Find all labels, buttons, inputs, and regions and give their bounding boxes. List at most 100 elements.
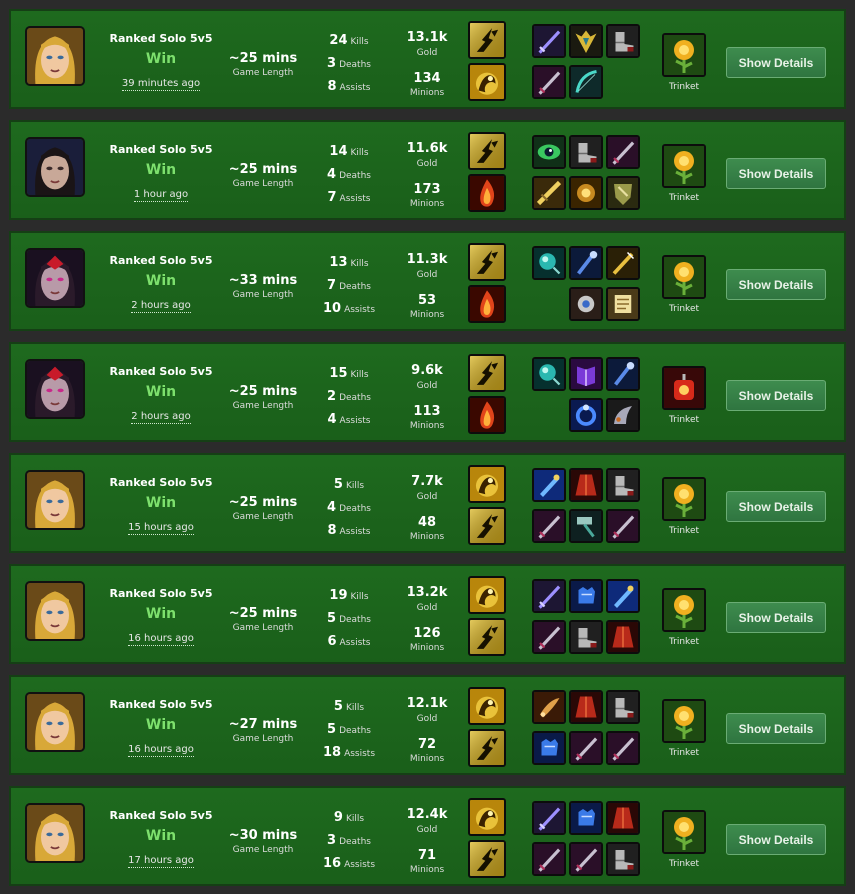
item-sword-blue-icon[interactable] bbox=[532, 468, 566, 502]
game-duration: ~30 mins bbox=[228, 828, 298, 843]
item-cloak-red-icon[interactable] bbox=[569, 468, 603, 502]
item-boots-steel-icon[interactable] bbox=[606, 690, 640, 724]
champion-portrait[interactable] bbox=[25, 359, 85, 419]
item-helm-gold-icon[interactable] bbox=[569, 24, 603, 58]
item-sword-dark-icon[interactable] bbox=[532, 620, 566, 654]
item-ring-blue-icon[interactable] bbox=[569, 398, 603, 432]
item-horn-steel-icon[interactable] bbox=[606, 398, 640, 432]
assists-label: Assists bbox=[344, 749, 376, 759]
item-eye-green-icon[interactable] bbox=[532, 135, 566, 169]
summoner-spell-flash-icon[interactable] bbox=[468, 507, 506, 545]
show-details-button[interactable]: Show Details bbox=[726, 158, 826, 189]
deaths-stat: 5 Deaths bbox=[309, 607, 389, 626]
item-medallion-steel-icon[interactable] bbox=[569, 287, 603, 321]
kills-count: 5 bbox=[333, 477, 343, 492]
trinket-sun-flower-icon[interactable] bbox=[662, 144, 706, 188]
trinket-sun-flower-icon[interactable] bbox=[662, 588, 706, 632]
item-sword-violet-icon[interactable] bbox=[532, 579, 566, 613]
item-sword-violet-icon[interactable] bbox=[532, 24, 566, 58]
summoner-spell-ignite-icon[interactable] bbox=[468, 396, 506, 434]
gold-value: 7.7k bbox=[411, 474, 443, 489]
item-cloak-red-icon[interactable] bbox=[606, 801, 640, 835]
item-book-purple-icon[interactable] bbox=[569, 357, 603, 391]
item-bow-teal-icon[interactable] bbox=[569, 65, 603, 99]
item-sword-dark-icon[interactable] bbox=[532, 65, 566, 99]
item-gauntlet-blue-icon[interactable] bbox=[569, 801, 603, 835]
game-length-label: Game Length bbox=[232, 845, 294, 855]
trinket-sun-flower-icon[interactable] bbox=[662, 810, 706, 854]
item-shield-gold-icon[interactable] bbox=[606, 176, 640, 210]
trinket-sun-flower-icon[interactable] bbox=[662, 255, 706, 299]
minions-value: 126 bbox=[413, 626, 441, 641]
show-details-button[interactable]: Show Details bbox=[726, 713, 826, 744]
assists-stat: 7 Assists bbox=[309, 186, 389, 205]
champion-portrait[interactable] bbox=[25, 470, 85, 530]
item-blade-gold-icon[interactable] bbox=[532, 176, 566, 210]
summoner-spell-flash-icon[interactable] bbox=[468, 618, 506, 656]
show-details-button[interactable]: Show Details bbox=[726, 380, 826, 411]
summoner-spell-ignite-gold-icon[interactable] bbox=[468, 465, 506, 503]
item-sword-dark-icon[interactable] bbox=[532, 509, 566, 543]
item-gauntlet-blue-icon[interactable] bbox=[532, 731, 566, 765]
show-details-button[interactable]: Show Details bbox=[726, 602, 826, 633]
item-boots-steel-icon[interactable] bbox=[569, 620, 603, 654]
summoner-spell-flash-icon[interactable] bbox=[468, 132, 506, 170]
trinket-sun-flower-icon[interactable] bbox=[662, 699, 706, 743]
item-sword-violet-icon[interactable] bbox=[532, 801, 566, 835]
summoner-spell-flash-icon[interactable] bbox=[468, 729, 506, 767]
item-sword-blue-icon[interactable] bbox=[606, 579, 640, 613]
champion-portrait[interactable] bbox=[25, 581, 85, 641]
summoner-spell-flash-icon[interactable] bbox=[468, 354, 506, 392]
kills-label: Kills bbox=[345, 703, 365, 713]
assists-count: 7 bbox=[327, 190, 337, 205]
item-boots-steel-icon[interactable] bbox=[569, 135, 603, 169]
champion-portrait[interactable] bbox=[25, 248, 85, 308]
item-dagger-gold-icon[interactable] bbox=[532, 690, 566, 724]
champion-portrait[interactable] bbox=[25, 803, 85, 863]
item-gauntlet-blue-icon[interactable] bbox=[569, 579, 603, 613]
item-staff-blue-icon[interactable] bbox=[606, 357, 640, 391]
item-boots-steel-icon[interactable] bbox=[606, 468, 640, 502]
trinket-label: Trinket bbox=[668, 637, 700, 647]
item-sword-dark-icon[interactable] bbox=[532, 842, 566, 876]
summoner-spell-ignite-gold-icon[interactable] bbox=[468, 576, 506, 614]
show-details-button[interactable]: Show Details bbox=[726, 824, 826, 855]
item-wand-gold-icon[interactable] bbox=[606, 246, 640, 280]
item-sword-dark-icon[interactable] bbox=[606, 509, 640, 543]
summoner-spell-ignite-gold-icon[interactable] bbox=[468, 63, 506, 101]
item-scroll-gold-icon[interactable] bbox=[606, 287, 640, 321]
champion-portrait[interactable] bbox=[25, 692, 85, 752]
item-cloak-red-icon[interactable] bbox=[606, 620, 640, 654]
summoner-spell-ignite-icon[interactable] bbox=[468, 174, 506, 212]
game-length-label: Game Length bbox=[232, 179, 294, 189]
item-sword-dark-icon[interactable] bbox=[606, 135, 640, 169]
summoner-spell-flash-icon[interactable] bbox=[468, 243, 506, 281]
summoner-spell-ignite-gold-icon[interactable] bbox=[468, 798, 506, 836]
show-details-button[interactable]: Show Details bbox=[726, 47, 826, 78]
deaths-label: Deaths bbox=[339, 726, 371, 736]
champion-portrait[interactable] bbox=[25, 26, 85, 86]
item-boots-steel-icon[interactable] bbox=[606, 842, 640, 876]
deaths-stat: 3 Deaths bbox=[309, 829, 389, 848]
item-orb-teal-icon[interactable] bbox=[532, 246, 566, 280]
summoner-spell-ignite-icon[interactable] bbox=[468, 285, 506, 323]
summoner-spell-flash-icon[interactable] bbox=[468, 840, 506, 878]
item-orb-teal-icon[interactable] bbox=[532, 357, 566, 391]
item-hammer-teal-icon[interactable] bbox=[569, 509, 603, 543]
show-details-button[interactable]: Show Details bbox=[726, 269, 826, 300]
item-gauntlet-gold-icon[interactable] bbox=[569, 176, 603, 210]
summoner-spell-flash-icon[interactable] bbox=[468, 21, 506, 59]
trinket-sun-flower-icon[interactable] bbox=[662, 477, 706, 521]
trinket-sun-flower-icon[interactable] bbox=[662, 33, 706, 77]
trinket-red-lantern-icon[interactable] bbox=[662, 366, 706, 410]
item-boots-steel-icon[interactable] bbox=[606, 24, 640, 58]
deaths-stat: 2 Deaths bbox=[309, 385, 389, 404]
show-details-button[interactable]: Show Details bbox=[726, 491, 826, 522]
item-sword-dark-icon[interactable] bbox=[569, 731, 603, 765]
item-cloak-red-icon[interactable] bbox=[569, 690, 603, 724]
item-sword-dark-icon[interactable] bbox=[606, 731, 640, 765]
item-staff-blue-icon[interactable] bbox=[569, 246, 603, 280]
summoner-spell-ignite-gold-icon[interactable] bbox=[468, 687, 506, 725]
champion-portrait[interactable] bbox=[25, 137, 85, 197]
item-sword-dark-icon[interactable] bbox=[569, 842, 603, 876]
